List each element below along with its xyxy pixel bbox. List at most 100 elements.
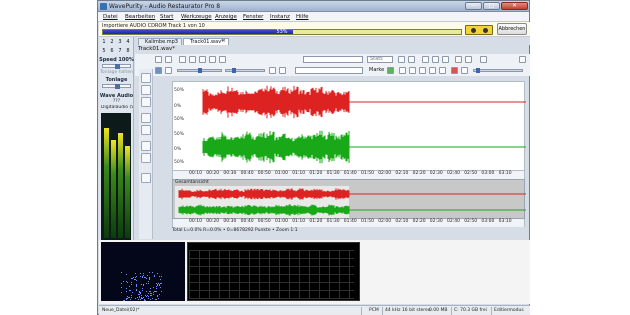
tool-pencil-icon[interactable]: [141, 113, 151, 123]
waveform-channel: [178, 188, 350, 200]
delete-icon[interactable]: [209, 56, 216, 63]
preset-button-7[interactable]: 7: [116, 48, 124, 54]
preset-button-5[interactable]: 5: [100, 48, 108, 54]
loop-icon[interactable]: [399, 67, 406, 74]
undo-icon[interactable]: [155, 56, 162, 63]
tool-filter-icon[interactable]: [141, 141, 151, 151]
stats-dropdown[interactable]: Stats: [367, 56, 393, 63]
tab-kalimbe[interactable]: Kalimbe.mp3: [138, 38, 182, 45]
fit-icon[interactable]: [422, 56, 429, 63]
help-icon[interactable]: [480, 56, 487, 63]
position-slider[interactable]: [473, 68, 523, 73]
maximize-button[interactable]: □: [483, 2, 500, 10]
grid-icon[interactable]: [432, 56, 439, 63]
waveform-channel: [202, 85, 350, 119]
menu-anzeige[interactable]: Anzeige: [215, 14, 237, 20]
timeline-tick: 00:20: [206, 171, 220, 176]
menu-hilfe[interactable]: Hilfe: [296, 14, 309, 20]
speed-slider[interactable]: [102, 64, 131, 69]
close-document-icon[interactable]: [519, 56, 526, 63]
copy-icon[interactable]: [189, 56, 196, 63]
pitch-slider[interactable]: [102, 84, 131, 89]
status-disk: C: 70.3 GB frei: [454, 308, 487, 313]
redo-icon[interactable]: [165, 56, 172, 63]
record-icon[interactable]: [269, 67, 276, 74]
timeline-tick: 01:10: [292, 171, 306, 176]
monitor-icon[interactable]: [279, 67, 286, 74]
preset-button-1[interactable]: 1: [100, 39, 108, 45]
menu-start[interactable]: Start: [160, 14, 173, 20]
menu-bearbeiten[interactable]: Bearbeiten: [125, 14, 155, 20]
forward-icon[interactable]: [429, 67, 436, 74]
close-tab-icon[interactable]: ×: [222, 38, 226, 44]
zoom-icon[interactable]: [165, 67, 172, 74]
tool-zoom-icon[interactable]: [141, 97, 151, 107]
marker-input[interactable]: [303, 56, 363, 63]
end-icon[interactable]: [439, 67, 446, 74]
status-file: Neue_Datei(02)*: [102, 308, 140, 313]
menu-werkzeuge[interactable]: Werkzeuge: [181, 14, 212, 20]
cancel-button[interactable]: Abbrechen: [497, 23, 527, 35]
minimize-button[interactable]: –: [465, 2, 482, 10]
overview-waveform: [178, 188, 526, 216]
tab-label: Kalimbe.mp3: [145, 39, 178, 45]
timeline-tick: 01:20: [309, 219, 323, 224]
timeline-tick: 02:50: [464, 171, 478, 176]
keep-pitch-option: Tonlage halten: [100, 70, 133, 75]
record-button-icon[interactable]: [461, 67, 468, 74]
preset-button-4[interactable]: 4: [124, 39, 132, 45]
info-icon[interactable]: [465, 56, 472, 63]
menu-instanz[interactable]: Instanz: [270, 14, 290, 20]
db-label-top-upper: 50%: [174, 88, 185, 93]
paste-icon[interactable]: [199, 56, 206, 63]
minimize-icon: –: [472, 2, 475, 9]
document-tabs: Kalimbe.mp3 Track01.wav* ×: [135, 37, 530, 45]
menu-datei[interactable]: Datei: [103, 14, 118, 20]
rewind-icon[interactable]: [409, 67, 416, 74]
timeline-tick: 02:00: [378, 219, 392, 224]
tool-scrub-icon[interactable]: [141, 85, 151, 95]
timeline-ruler[interactable]: 00:10 00:20 00:30 00:40 00:50 01:00 01:10 01:20…: [172, 171, 525, 179]
view-icon[interactable]: [442, 56, 449, 63]
timeline-tick: 01:50: [361, 171, 374, 176]
timeline-tick: 01:30: [326, 219, 340, 224]
timeline-tick: 02:30: [429, 219, 443, 224]
menu-bar: Datei Bearbeiten Start Werkzeuge Anzeige…: [98, 12, 529, 22]
settings-icon[interactable]: [455, 56, 462, 63]
close-button[interactable]: ✕: [501, 2, 528, 10]
stop-icon[interactable]: [451, 67, 458, 74]
waveform-canvas: [202, 85, 526, 164]
volume-slider[interactable]: [225, 68, 265, 73]
tool-effects-icon[interactable]: [141, 153, 151, 163]
timeline-tick: 00:30: [223, 171, 237, 176]
position-dropdown[interactable]: [295, 67, 363, 74]
timeline-tick: 02:30: [429, 171, 443, 176]
db-label-bottom-mid: 0%: [174, 147, 182, 152]
tool-select-icon[interactable]: [141, 73, 151, 83]
timeline-tick: 01:40: [343, 171, 357, 176]
spectrum-visualizer: [101, 242, 185, 301]
preset-button-8[interactable]: 8: [124, 48, 132, 54]
play-icon[interactable]: [387, 67, 394, 74]
cut-icon[interactable]: [179, 56, 186, 63]
tool-marker-icon[interactable]: [141, 173, 151, 183]
preset-button-2[interactable]: 2: [108, 39, 116, 45]
preset-button-6[interactable]: 6: [108, 48, 116, 54]
tool-fade-icon[interactable]: [141, 125, 151, 135]
marker-label: Marke: [369, 67, 385, 73]
menu-fenster[interactable]: Fenster: [243, 14, 263, 20]
waveform-view[interactable]: 50% 0% 50% 50% 0% 50%: [172, 81, 526, 171]
pitch-label: Tonlage: [105, 77, 128, 83]
timeline-tick: 00:10: [189, 171, 202, 176]
select-icon[interactable]: [219, 56, 226, 63]
zoom-out-icon[interactable]: [408, 56, 415, 63]
status-format: PCM: [369, 308, 379, 313]
zoom-in-icon[interactable]: [398, 56, 405, 63]
zoom-slider[interactable]: [177, 68, 222, 73]
app-window: WavePurity - Audio Restaurator Pro 8 – □…: [97, 0, 530, 315]
search-icon[interactable]: [155, 67, 162, 74]
overview-panel[interactable]: Gesamtansicht: [172, 179, 526, 219]
tab-track01[interactable]: Track01.wav* ×: [183, 38, 229, 45]
back-icon[interactable]: [419, 67, 426, 74]
preset-button-3[interactable]: 3: [116, 39, 124, 45]
